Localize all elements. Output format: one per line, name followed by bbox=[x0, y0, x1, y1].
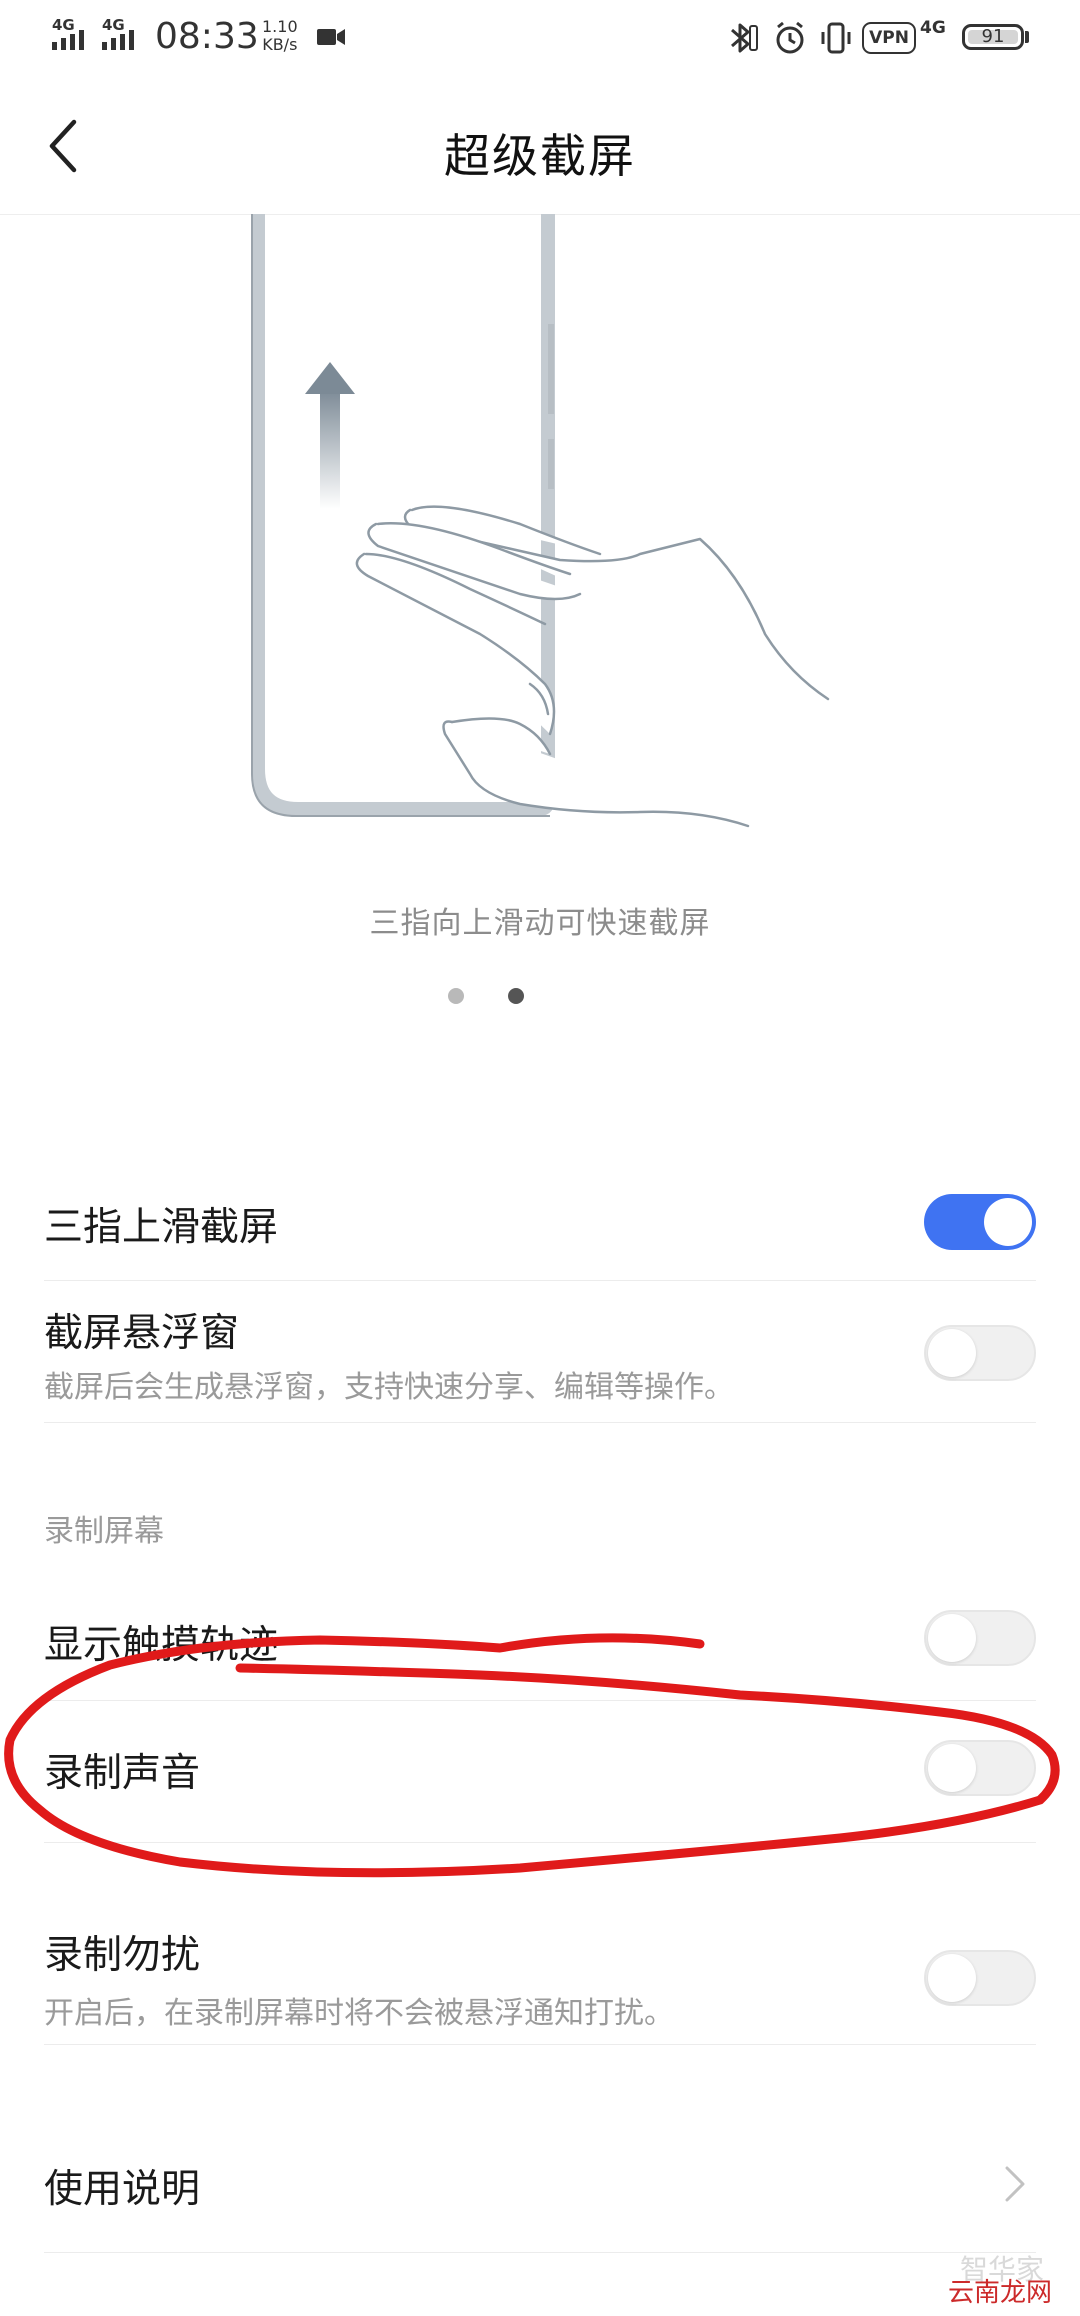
setting-three-finger-screenshot[interactable]: 三指上滑截屏 bbox=[0, 1160, 1080, 1282]
battery-icon: 91 bbox=[962, 24, 1024, 50]
alarm-icon bbox=[776, 21, 804, 54]
divider bbox=[44, 2252, 1036, 2253]
toggle-knob bbox=[984, 1198, 1032, 1246]
setting-record-do-not-disturb[interactable]: 录制勿扰 开启后，在录制屏幕时将不会被悬浮通知打扰。 bbox=[0, 1904, 1080, 2044]
signal-strength-icon bbox=[102, 26, 134, 50]
setting-title: 录制勿扰 bbox=[44, 1933, 201, 1978]
divider bbox=[44, 1422, 1036, 1423]
page-title: 超级截屏 bbox=[444, 129, 636, 183]
vpn-indicator: VPN bbox=[862, 22, 916, 54]
pager-dot[interactable] bbox=[448, 988, 464, 1004]
network-speed: 1.10 KB/s bbox=[262, 18, 298, 54]
toggle-knob bbox=[928, 1614, 976, 1662]
battery-level: 91 bbox=[981, 26, 1005, 47]
status-bar: 4G 4G 08:33 1.10 KB/s VPN 4G 91 bbox=[0, 0, 1080, 76]
setting-instructions[interactable]: 使用说明 bbox=[0, 2118, 1080, 2252]
three-finger-toggle[interactable] bbox=[924, 1194, 1036, 1250]
toggle-knob bbox=[928, 1954, 976, 2002]
bluetooth-icon bbox=[731, 23, 758, 53]
toggle-knob bbox=[928, 1744, 976, 1792]
watermark-logo: 云南龙网 bbox=[948, 2278, 1053, 2308]
float-window-toggle[interactable] bbox=[924, 1325, 1036, 1381]
page-header: 超级截屏 bbox=[0, 76, 1080, 215]
divider bbox=[44, 1280, 1036, 1281]
setting-record-sound[interactable]: 录制声音 bbox=[0, 1702, 1080, 1842]
section-header-record-screen: 录制屏幕 bbox=[44, 1514, 164, 1549]
setting-screenshot-float-window[interactable]: 截屏悬浮窗 截屏后会生成悬浮窗，支持快速分享、编辑等操作。 bbox=[0, 1282, 1080, 1422]
video-record-icon bbox=[317, 29, 345, 45]
touch-trace-toggle[interactable] bbox=[924, 1610, 1036, 1666]
pager-dot-active[interactable] bbox=[508, 988, 524, 1004]
network-speed-value: 1.10 bbox=[262, 17, 298, 36]
setting-title: 三指上滑截屏 bbox=[44, 1205, 279, 1250]
network-type-3: 4G bbox=[920, 18, 946, 38]
signal-strength-icon bbox=[52, 26, 84, 50]
setting-title: 显示触摸轨迹 bbox=[44, 1623, 279, 1668]
illustration-caption: 三指向上滑动可快速截屏 bbox=[369, 906, 711, 941]
setting-title: 截屏悬浮窗 bbox=[44, 1311, 240, 1356]
setting-subtitle: 截屏后会生成悬浮窗，支持快速分享、编辑等操作。 bbox=[44, 1370, 734, 1405]
carousel-pager[interactable] bbox=[448, 988, 524, 1004]
divider bbox=[44, 1700, 1036, 1701]
gesture-illustration bbox=[251, 214, 830, 828]
setting-show-touch-trace[interactable]: 显示触摸轨迹 bbox=[0, 1574, 1080, 1700]
setting-title: 录制声音 bbox=[44, 1751, 201, 1796]
toggle-knob bbox=[928, 1329, 976, 1377]
setting-title: 使用说明 bbox=[44, 2167, 201, 2212]
record-dnd-toggle[interactable] bbox=[924, 1950, 1036, 2006]
battery-terminal bbox=[1025, 31, 1029, 43]
divider bbox=[44, 1842, 1036, 1843]
status-clock: 08:33 bbox=[155, 16, 259, 57]
setting-subtitle: 开启后，在录制屏幕时将不会被悬浮通知打扰。 bbox=[44, 1996, 674, 2031]
divider bbox=[44, 2044, 1036, 2045]
network-speed-unit: KB/s bbox=[262, 35, 298, 54]
vibrate-icon bbox=[821, 22, 851, 54]
record-sound-toggle[interactable] bbox=[924, 1740, 1036, 1796]
chevron-right-icon bbox=[1005, 2166, 1025, 2202]
